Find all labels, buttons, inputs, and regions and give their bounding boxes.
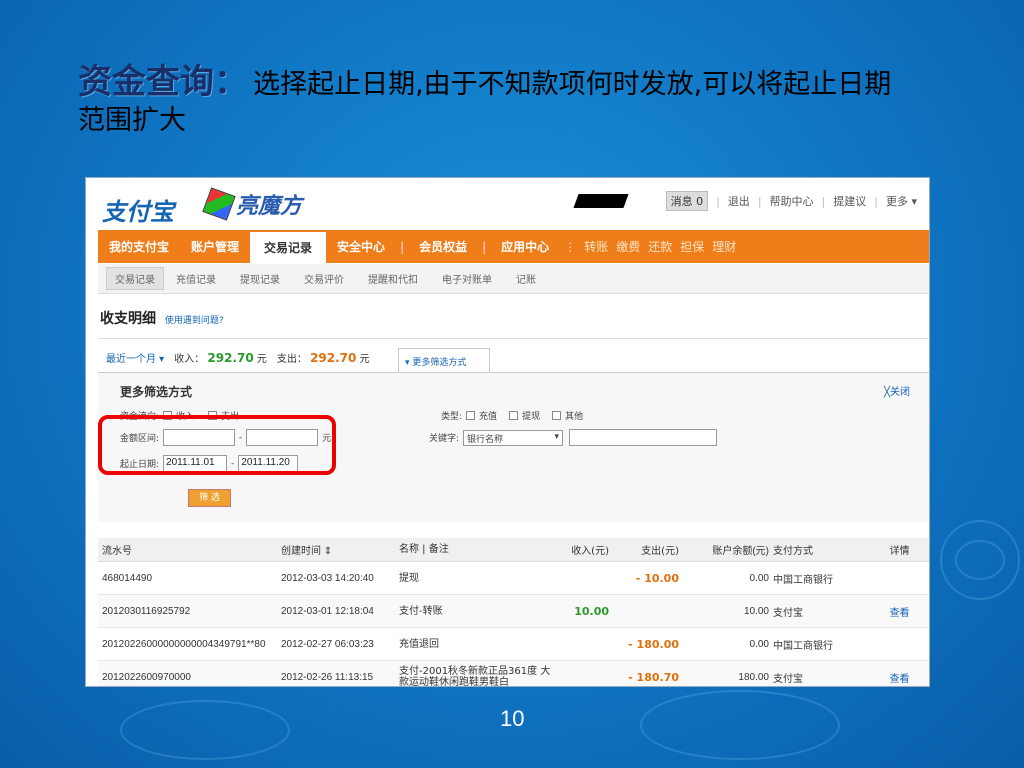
quick-pay-bills[interactable]: 缴费 [612, 238, 644, 255]
table-row: 2012030116925792 2012-03-01 12:18:04 支付-… [98, 595, 929, 628]
rubik-cube-icon [202, 187, 236, 221]
help-link[interactable]: 使用遇到问题? [165, 316, 224, 326]
expense-summary: 支出： 292.70 元 [276, 351, 370, 365]
filter-button[interactable]: 筛 选 [188, 489, 231, 507]
nav-tab-my-alipay[interactable]: 我的支付宝 [98, 238, 180, 255]
feedback-link[interactable]: 提建议 [833, 193, 866, 209]
alipay-logo[interactable]: 支付宝 [102, 192, 174, 227]
view-detail-link[interactable]: 查看 [869, 670, 929, 685]
help-center-link[interactable]: 帮助中心 [770, 193, 814, 209]
income-summary: 收入： 292.70 元 [174, 351, 267, 365]
messages-link[interactable]: 消息 0 [665, 191, 709, 211]
quick-transfer[interactable]: 转账 [580, 238, 612, 255]
summary-bar: 最近一个月 ▾ 收入： 292.70 元 支出： 292.70 元 [106, 350, 370, 365]
type-other-checkbox[interactable] [552, 411, 562, 420]
expense-total: 292.70 [310, 351, 357, 365]
table-header: 流水号 创建时间 ⇕ 名称 | 备注 收入(元) 支出(元) 账户余额(元) 支… [98, 538, 929, 562]
nav-tab-account[interactable]: 账户管理 [180, 238, 250, 255]
subnav-withdraw[interactable]: 提现记录 [228, 271, 292, 286]
page-number: 10 [500, 706, 525, 731]
quick-escrow[interactable]: 担保 [676, 238, 708, 255]
ripple-decoration [640, 690, 840, 760]
top-bar: 支付宝 亮魔方 消息 0 | 退出 | 帮助中心 | 提建议 | 更多 ▾ [86, 178, 929, 228]
ripple-decoration [955, 540, 1005, 580]
slide-title-text: 选择起止日期,由于不知款项何时发放,可以将起止日期 [253, 69, 892, 100]
quick-repay[interactable]: 还款 [644, 238, 676, 255]
nav-tab-membership[interactable]: 会员权益 [408, 238, 478, 255]
type-recharge-checkbox[interactable] [466, 411, 476, 420]
subnav-recharge[interactable]: 充值记录 [164, 271, 228, 286]
quick-finance[interactable]: 理财 [708, 238, 740, 255]
top-links: 消息 0 | 退出 | 帮助中心 | 提建议 | 更多 ▾ [665, 191, 917, 211]
type-withdraw-checkbox[interactable] [509, 411, 519, 420]
keyword-input[interactable] [569, 429, 718, 446]
subnav-bookkeeping[interactable]: 记账 [504, 271, 548, 286]
table-row: 20120226000000000004349791**80 2012-02-2… [98, 628, 929, 661]
subnav-transactions[interactable]: 交易记录 [106, 267, 164, 290]
income-total: 292.70 [207, 351, 254, 365]
slide-title-line2: 范围扩大 [78, 105, 186, 136]
keyword-row: 关键字: 银行名称 ▾ [429, 429, 718, 446]
main-nav: 我的支付宝 账户管理 交易记录 安全中心 | 会员权益 | 应用中心 ⋮ 转账 … [98, 230, 929, 263]
nav-tab-security[interactable]: 安全中心 [326, 238, 396, 255]
view-detail-link[interactable]: 查看 [869, 604, 929, 619]
nav-tab-transactions[interactable]: 交易记录 [250, 230, 327, 263]
filter-close-button[interactable]: ╳关闭 [884, 383, 910, 398]
dropdown-arrow-icon: ▾ [554, 431, 560, 442]
page-title: 收支明细 使用遇到问题? [100, 311, 224, 327]
sort-by-time[interactable]: 创建时间 ⇕ [281, 542, 399, 557]
sub-nav: 交易记录 充值记录 提现记录 交易评价 提醒和代扣 电子对账单 记账 [98, 264, 929, 294]
transaction-table: 流水号 创建时间 ⇕ 名称 | 备注 收入(元) 支出(元) 账户余额(元) 支… [98, 538, 929, 686]
redacted-username [573, 194, 629, 208]
date-range-highlight [98, 415, 336, 475]
ripple-decoration [120, 700, 290, 760]
divider [98, 338, 929, 339]
filter-panel-title: 更多筛选方式 [120, 385, 193, 399]
keyword-select[interactable]: 银行名称 ▾ [463, 429, 564, 446]
slide-title: 资金查询： 选择起止日期,由于不知款项何时发放,可以将起止日期 范围扩大 [78, 62, 978, 134]
more-filters-tab[interactable]: ▾ 更多筛选方式 [398, 348, 490, 372]
more-menu[interactable]: 更多 ▾ [886, 193, 917, 209]
table-row: 2012022600970000 2012-02-26 11:13:15 支付-… [98, 661, 929, 686]
type-row: 类型: 充值 提现 其他 [441, 411, 584, 422]
table-row: 468014490 2012-03-03 14:20:40 提现 - 10.00… [98, 562, 929, 595]
slide-title-keyword: 资金查询： [78, 62, 248, 102]
subnav-reviews[interactable]: 交易评价 [292, 271, 356, 286]
subnav-reminders[interactable]: 提醒和代扣 [356, 271, 430, 286]
nav-tab-apps[interactable]: 应用中心 [490, 238, 560, 255]
subnav-statement[interactable]: 电子对账单 [430, 271, 504, 286]
partner-logo-text: 亮魔方 [236, 194, 303, 219]
partner-logo: 亮魔方 [202, 187, 303, 221]
logout-link[interactable]: 退出 [728, 193, 750, 209]
range-dropdown[interactable]: 最近一个月 ▾ [106, 350, 164, 365]
